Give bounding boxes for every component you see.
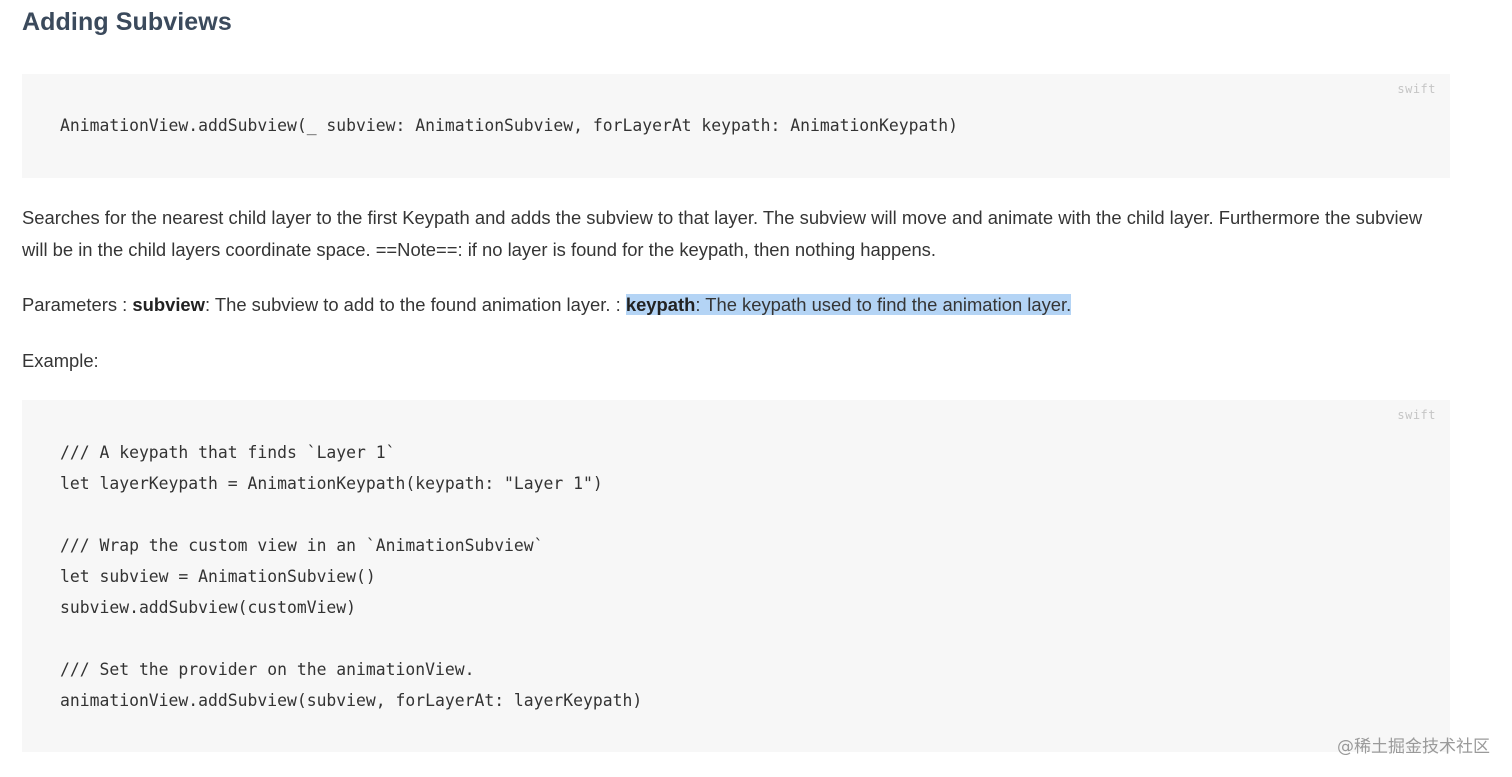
- code-block-example: swift /// A keypath that finds `Layer 1`…: [22, 400, 1450, 752]
- code-text[interactable]: /// A keypath that finds `Layer 1` let l…: [60, 437, 642, 716]
- example-label: Example:: [22, 350, 99, 371]
- param-subview-desc: : The subview to add to the found animat…: [204, 294, 626, 315]
- selected-text-highlight[interactable]: keypath: The keypath used to find the an…: [625, 294, 1072, 315]
- code-block-signature: swift AnimationView.addSubview(_ subview…: [22, 74, 1450, 178]
- code-text[interactable]: AnimationView.addSubview(_ subview: Anim…: [60, 110, 958, 141]
- description-paragraph: Searches for the nearest child layer to …: [22, 207, 1423, 260]
- watermark: @稀土掘金技术社区: [1337, 737, 1490, 757]
- parameters-paragraph: Parameters : subview: The subview to add…: [22, 289, 1450, 321]
- parameters-prefix: Parameters :: [22, 294, 133, 315]
- code-language-label: swift: [1397, 82, 1436, 96]
- section-heading: Adding Subviews: [22, 8, 232, 36]
- code-language-label: swift: [1397, 408, 1436, 422]
- param-subview-name: subview: [132, 294, 205, 315]
- param-keypath-desc: : The keypath used to find the animation…: [695, 294, 1072, 315]
- param-keypath-name: keypath: [625, 294, 696, 315]
